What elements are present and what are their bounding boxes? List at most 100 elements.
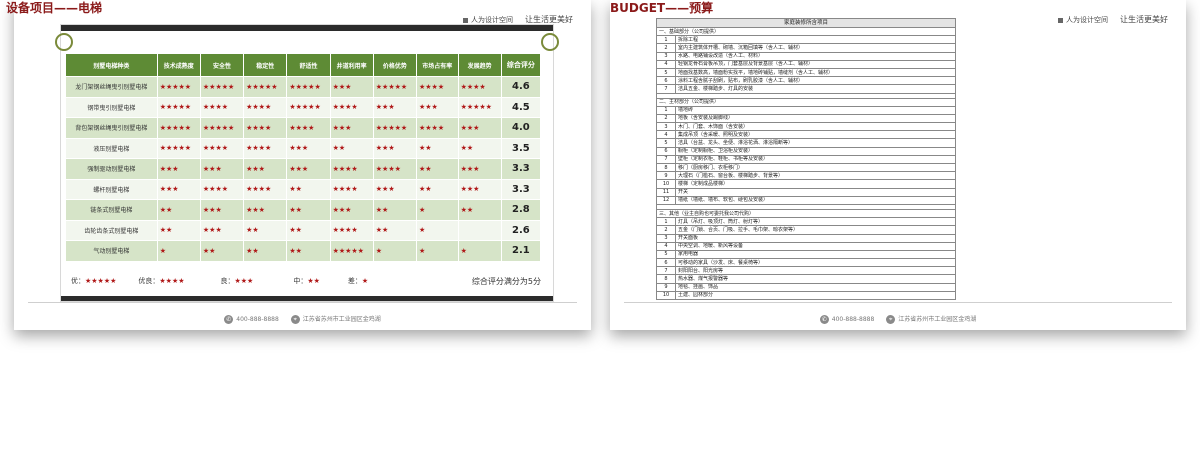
item-number: 5	[656, 249, 676, 260]
table-header-row: 别墅电梯种类 技术成熟度 安全性 稳定性 舒适性 井道利用率 价格优势 市场占有率 发展趋势 综合…	[66, 54, 540, 76]
star-rating: ★★	[330, 138, 373, 158]
legend-label: 中：	[293, 277, 308, 285]
footer-phone: 400-888-8888	[236, 316, 279, 323]
legend-label: 优良：	[138, 277, 160, 285]
slide-title: 设备项目——电梯	[6, 1, 103, 15]
star-rating: ★★★★	[200, 179, 244, 199]
item-number: 10	[656, 179, 676, 189]
budget-row: 7 壁柜（定制衣柜、鞋柜、书柜等及安装）	[656, 154, 956, 165]
column-header: 发展趋势	[458, 54, 501, 76]
section-title: 一、基础部分（公司提供）	[656, 26, 956, 37]
budget-row: 8 移门（厨房移门、衣柜移门）	[656, 162, 956, 173]
brand-slogan: 让生活更美好	[1120, 15, 1168, 24]
budget-row: 3 水路、电路铺设改造（含人工、材料）	[656, 51, 956, 61]
item-number: 8	[656, 162, 676, 173]
item-text: 家用电器	[675, 249, 956, 260]
item-text: 洁具五金、楼梯踏步、灯具的安装	[675, 84, 956, 94]
star-rating: ★★★	[244, 200, 287, 220]
star-rating: ★★★★	[417, 77, 458, 97]
star-rating: ★★★★	[458, 77, 501, 97]
star-rating: ★★★★★	[458, 97, 501, 117]
budget-row: 8 热水器、煤气报警器等	[656, 274, 956, 284]
elevator-slide: 设备项目——电梯 人为设计空间 让生活更美好 别墅电梯种类 技术成熟度 安全性 稳定性舒…	[6, 0, 591, 330]
budget-row: 7 洁具五金、楼梯踏步、灯具的安装	[656, 84, 956, 94]
star-rating: ★★	[157, 200, 200, 220]
star-rating: ★★★	[458, 118, 501, 138]
star-rating: ★★★	[330, 200, 373, 220]
location-icon: ⌖	[886, 315, 896, 324]
corner-ornament-icon	[541, 33, 559, 51]
budget-table: 家庭装修所含项目 一、基础部分（公司提供） 1 拆除工程 2 室内主建筑体开槽、砌墙、沉…	[656, 18, 956, 301]
item-text: 墙纸（墙纸、墙布、软包、硬包及安装）	[675, 195, 956, 205]
overall-score: 4.6	[501, 77, 540, 97]
item-number: 2	[656, 225, 676, 235]
column-header: 安全性	[200, 54, 244, 76]
star-rating: ★★★★★	[244, 77, 287, 97]
star-rating: ★★★	[287, 138, 330, 158]
star-rating: ★	[417, 200, 458, 220]
item-number: 3	[656, 233, 676, 243]
column-header: 别墅电梯种类	[66, 54, 157, 76]
footer: ✆ 400-888-8888 ⌖ 江苏省苏州市工业园区金鸡湖	[610, 314, 1186, 324]
budget-row: 4 集成吊顶（含采暖、照明及安装）	[656, 130, 956, 140]
star-rating: ★★★	[330, 77, 373, 97]
budget-row: 4 中央空调、地暖、新风等设备	[656, 241, 956, 251]
item-text: 墙地砖	[675, 105, 956, 115]
star-rating: ★★★	[373, 179, 416, 199]
column-header: 综合评分	[501, 54, 540, 76]
legend-item: 优：★★★★★	[71, 276, 116, 286]
budget-row: 6 可移动的家具（沙发、床、餐桌椅等）	[656, 258, 956, 268]
rating-legend: 优：★★★★★ 优良：★★★★ 良：★★★ 中：★★ 差：★ 综合评分满分为5分	[71, 276, 541, 286]
item-number: 12	[656, 195, 676, 205]
budget-row: 6 涂料工程含腻子刮刷，贴布，刷乳胶漆（含人工、辅材）	[656, 76, 956, 86]
legend-stars: ★	[361, 277, 369, 285]
legend-item: 优良：★★★★	[138, 276, 184, 286]
star-rating: ★★★★	[200, 138, 244, 158]
star-rating: ★★★★★	[373, 118, 416, 138]
star-rating: ★★★	[157, 179, 200, 199]
legend-label: 优：	[71, 277, 85, 285]
section-title-row: 一、基础部分（公司提供）	[656, 26, 956, 37]
star-rating: ★★	[287, 179, 330, 199]
item-number: 6	[656, 146, 676, 156]
legend-stars: ★★	[307, 277, 320, 285]
star-rating: ★★★	[244, 159, 287, 179]
item-number: 7	[656, 154, 676, 165]
column-header: 技术成熟度	[157, 54, 200, 76]
overall-score: 2.6	[501, 220, 540, 240]
item-text: 轻钢龙骨石膏板吊顶，门套基层及背景基层（含人工、辅材）	[675, 59, 956, 69]
star-rating: ★★	[458, 200, 501, 220]
item-number: 2	[656, 113, 676, 124]
star-rating: ★★	[458, 138, 501, 158]
item-number: 11	[656, 187, 676, 197]
overall-score: 3.3	[501, 179, 540, 199]
star-rating: ★★★★★	[157, 138, 200, 158]
item-text: 集成吊顶（含采暖、照明及安装）	[675, 130, 956, 140]
budget-row: 11 开关	[656, 187, 956, 197]
star-rating: ★★★	[200, 200, 244, 220]
table-row: 气动别墅电梯 ★ ★★ ★★ ★★ ★★★★★ ★ ★ ★ 2.1	[66, 241, 540, 261]
budget-row: 1 墙地砖	[656, 105, 956, 115]
column-header: 稳定性	[244, 54, 287, 76]
star-rating: ★★★★★	[157, 77, 200, 97]
star-rating: ★★★★★	[200, 118, 244, 138]
star-rating: ★★★★★	[157, 118, 200, 138]
item-text: 五金（门锁、合页、门吸、拉手、毛巾架、晾衣架等）	[675, 225, 956, 235]
section-title-row: 二、主材部分（公司提供）	[656, 97, 956, 107]
item-text: 楼梯（定制成品楼梯）	[675, 179, 956, 189]
brand-logo-icon	[463, 17, 468, 23]
elevator-type: 钢带曳引别墅电梯	[66, 97, 157, 117]
budget-row: 10 楼梯（定制成品楼梯）	[656, 179, 956, 189]
budget-row: 10 土建、园林部分	[656, 290, 956, 301]
footer: ✆ 400-888-8888 ⌖ 江苏省苏州市工业园区金鸡湖	[14, 314, 591, 324]
item-number: 6	[656, 76, 676, 86]
corner-ornament-icon	[55, 33, 73, 51]
star-rating: ★★	[373, 200, 416, 220]
item-text: 地毯、挂画、饰品	[675, 282, 956, 292]
item-text: 木门、门套、木饰面（含安装）	[675, 122, 956, 132]
item-number: 3	[656, 122, 676, 132]
star-rating: ★★★★	[244, 138, 287, 158]
star-rating: ★★★★★	[287, 77, 330, 97]
slide-title: BUDGET——预算	[610, 1, 714, 15]
column-header: 井道利用率	[330, 54, 373, 76]
